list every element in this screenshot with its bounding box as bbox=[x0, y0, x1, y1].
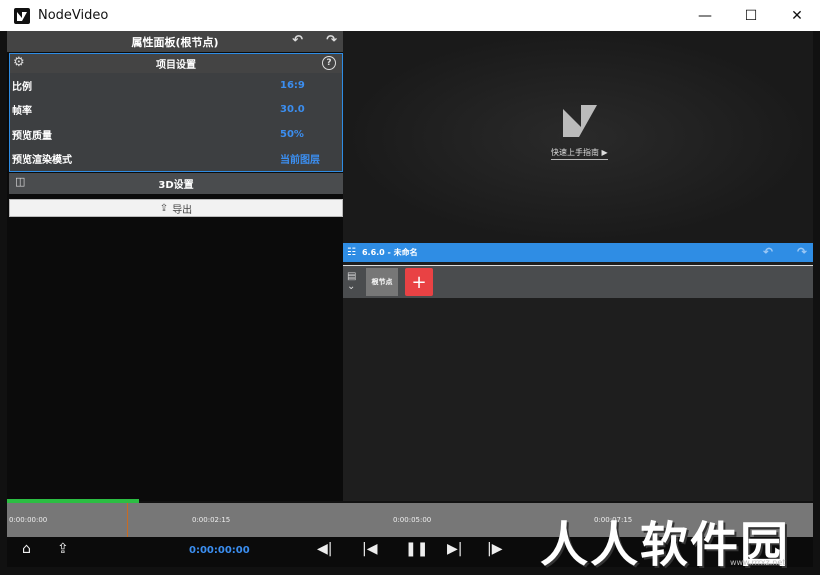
step-back-icon[interactable]: |◀ bbox=[362, 541, 377, 557]
playhead[interactable] bbox=[127, 503, 128, 537]
node-tree-icon: ☷ bbox=[347, 247, 356, 258]
upload-icon: ⇪ bbox=[159, 202, 169, 214]
undo-icon[interactable]: ↶ bbox=[292, 33, 303, 48]
properties-header: 属性面板(根节点) ↶ ↷ bbox=[7, 31, 343, 52]
upload-icon[interactable]: ⇪ bbox=[57, 541, 69, 557]
node-editor-title: 6.6.0 - 未命名 bbox=[361, 248, 418, 257]
home-icon[interactable]: ⌂ bbox=[22, 541, 31, 557]
setting-label: 预览渲染模式 bbox=[12, 155, 72, 167]
nodevideo-logo-icon bbox=[563, 105, 597, 137]
setting-value[interactable]: 50% bbox=[280, 129, 304, 140]
maximize-button[interactable]: ☐ bbox=[728, 0, 774, 31]
setting-value[interactable]: 当前图层 bbox=[280, 151, 320, 166]
setting-value[interactable]: 30.0 bbox=[280, 104, 305, 115]
undo-icon[interactable]: ↶ bbox=[763, 245, 773, 259]
watermark-url: www.rrrxz.net bbox=[730, 558, 786, 567]
minimize-button[interactable]: — bbox=[682, 0, 728, 31]
previous-keyframe-icon[interactable]: ◀| bbox=[317, 541, 332, 557]
list-toggle-icon[interactable]: ▤ ⌄ bbox=[347, 272, 356, 292]
tick-label: 0:00:00:00 bbox=[9, 516, 48, 524]
window-title: NodeVideo bbox=[38, 8, 109, 23]
setting-label: 帧率 bbox=[12, 106, 32, 118]
next-keyframe-icon[interactable]: |▶ bbox=[487, 541, 502, 557]
tick-label: 0:00:05:00 bbox=[393, 516, 432, 524]
quick-start-guide-link[interactable]: 快速上手指南 ▶ bbox=[551, 147, 608, 160]
setting-row-framerate[interactable]: 帧率 30.0 bbox=[10, 98, 342, 123]
help-icon[interactable]: ? bbox=[322, 56, 336, 70]
app-window: NodeVideo — ☐ ✕ 属性面板(根节点) ↶ ↷ ⚙ 项目设置 ? 比… bbox=[0, 0, 820, 573]
step-forward-icon[interactable]: ▶| bbox=[447, 541, 462, 557]
redo-icon[interactable]: ↷ bbox=[797, 245, 807, 259]
node-editor-panel: ☷ 6.6.0 - 未命名 ↶ ↷ ▤ ⌄ 根节点 + bbox=[343, 243, 813, 501]
gear-icon: ⚙ bbox=[13, 55, 25, 70]
setting-row-ratio[interactable]: 比例 16:9 bbox=[10, 73, 342, 98]
node-editor-header: ☷ 6.6.0 - 未命名 ↶ ↷ bbox=[343, 243, 813, 262]
properties-panel: 属性面板(根节点) ↶ ↷ ⚙ 项目设置 ? 比例 16:9 帧率 30.0 预… bbox=[7, 31, 343, 501]
tick-label: 0:00:02:15 bbox=[192, 516, 231, 524]
project-settings: ⚙ 项目设置 ? 比例 16:9 帧率 30.0 预览质量 50% 预览渲染模式… bbox=[9, 53, 343, 172]
setting-value[interactable]: 16:9 bbox=[280, 80, 305, 91]
preview-area[interactable]: 快速上手指南 ▶ bbox=[343, 31, 813, 243]
setting-label: 预览质量 bbox=[12, 130, 52, 142]
properties-title: 属性面板(根节点) bbox=[131, 35, 219, 49]
project-settings-header[interactable]: ⚙ 项目设置 ? bbox=[10, 54, 342, 73]
setting-label: 比例 bbox=[12, 81, 32, 93]
3d-settings-label: 3D设置 bbox=[158, 180, 194, 191]
export-button[interactable]: ⇪ 导出 bbox=[9, 199, 343, 217]
close-button[interactable]: ✕ bbox=[774, 0, 820, 31]
title-bar: NodeVideo — ☐ ✕ bbox=[0, 0, 820, 31]
add-node-button[interactable]: + bbox=[405, 268, 433, 296]
project-settings-title: 项目设置 bbox=[156, 60, 196, 71]
redo-icon[interactable]: ↷ bbox=[326, 33, 337, 48]
setting-row-quality[interactable]: 预览质量 50% bbox=[10, 122, 342, 147]
timecode: 0:00:00:00 bbox=[189, 545, 250, 556]
setting-row-render-mode[interactable]: 预览渲染模式 当前图层 bbox=[10, 147, 342, 172]
export-label: 导出 bbox=[172, 204, 193, 216]
pause-icon[interactable]: ❚❚ bbox=[405, 541, 428, 557]
3d-settings-header[interactable]: ◫ 3D设置 bbox=[9, 173, 343, 194]
root-node[interactable]: 根节点 bbox=[366, 268, 398, 296]
app-logo-icon bbox=[14, 7, 30, 24]
cube-icon: ◫ bbox=[15, 175, 26, 188]
node-strip: ▤ ⌄ 根节点 + bbox=[343, 265, 813, 298]
